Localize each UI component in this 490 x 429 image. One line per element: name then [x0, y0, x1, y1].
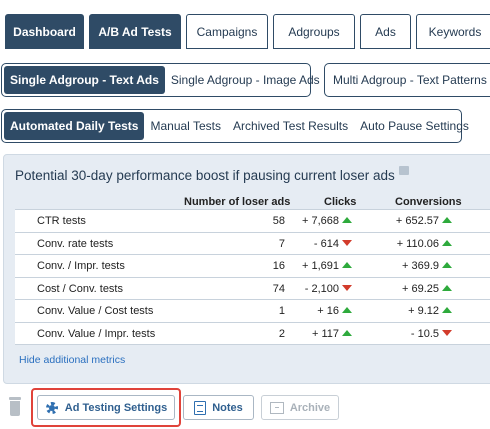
- trash-icon[interactable]: [9, 397, 21, 417]
- ad-type-single-image[interactable]: Single Adgroup - Image Ads: [165, 66, 326, 94]
- trend-up-icon: [442, 307, 452, 313]
- table-row: CTR tests 58 + 7,668 + 652.57 +: [15, 210, 490, 233]
- row-clicks: - 2,100: [305, 283, 352, 295]
- view-archived-test-results[interactable]: Archived Test Results: [227, 112, 354, 140]
- ad-testing-settings-button[interactable]: Ad Testing Settings: [37, 395, 175, 420]
- top-nav: Dashboard A/B Ad Tests Campaigns Adgroup…: [5, 14, 490, 49]
- row-clicks: + 1,691: [302, 260, 352, 272]
- clicks-value: + 7,668: [301, 215, 339, 227]
- tab-ads[interactable]: Ads: [360, 14, 411, 49]
- table-row: Conv. rate tests 7 - 614 + 110.06 -: [15, 233, 490, 255]
- row-clicks: - 614: [314, 238, 352, 250]
- table-row: Conv. / Impr. tests 16 + 1,691 + 369.9 +: [15, 255, 490, 278]
- conversions-value: - 10.5: [410, 327, 439, 340]
- ad-type-single-text[interactable]: Single Adgroup - Text Ads: [4, 66, 165, 94]
- row-name: Conv. Value / Impr. tests: [37, 327, 156, 340]
- ad-type-multi-selector: Multi Adgroup - Text Patterns: [324, 63, 490, 97]
- ad-type-multi-text-patterns[interactable]: Multi Adgroup - Text Patterns: [327, 66, 490, 94]
- trend-up-icon: [442, 239, 452, 246]
- performance-panel: Potential 30-day performance boost if pa…: [3, 154, 490, 384]
- test-view-selector: Automated Daily Tests Manual Tests Archi…: [1, 109, 469, 143]
- trend-down-icon: [442, 329, 452, 336]
- ad-testing-settings-label: Ad Testing Settings: [64, 401, 168, 414]
- view-manual-tests[interactable]: Manual Tests: [144, 112, 226, 140]
- view-auto-pause-settings[interactable]: Auto Pause Settings: [354, 112, 475, 140]
- trend-up-icon: [342, 329, 352, 336]
- row-conversions: + 9.12: [408, 305, 452, 317]
- row-conversions: + 110.06: [397, 238, 452, 250]
- panel-title: Potential 30-day performance boost if pa…: [15, 166, 409, 183]
- row-clicks: + 7,668: [302, 215, 352, 227]
- row-clicks: + 117: [312, 328, 352, 340]
- clicks-value: + 16: [317, 305, 339, 317]
- trend-up-icon: [342, 262, 352, 268]
- trend-up-icon: [342, 217, 352, 223]
- trash-lid: [9, 397, 21, 400]
- trend-up-icon: [442, 262, 452, 268]
- conversions-value: + 652.57: [395, 215, 439, 227]
- row-name: Cost / Conv. tests: [37, 282, 123, 295]
- header-loser-ads: Number of loser ads: [184, 196, 291, 208]
- row-conversions: + 652.57: [396, 215, 452, 227]
- clicks-value: + 117: [311, 327, 339, 340]
- trend-up-icon: [442, 284, 452, 291]
- clicks-value: - 2,100: [304, 282, 339, 295]
- table-row: Cost / Conv. tests 74 - 2,100 + 69.25 +: [15, 278, 490, 300]
- table-row: Conv. Value / Impr. tests 2 + 117 - 10.5…: [15, 323, 490, 345]
- panel-title-text: Potential 30-day performance boost if pa…: [15, 168, 395, 183]
- gear-icon: [45, 401, 59, 415]
- archive-label: Archive: [289, 401, 331, 414]
- row-count: 2: [278, 327, 285, 340]
- hide-additional-metrics-link[interactable]: Hide additional metrics: [19, 354, 125, 366]
- conversions-value: + 110.06: [396, 237, 439, 250]
- trend-down-icon: [342, 239, 352, 246]
- row-count: 16: [272, 260, 285, 272]
- trend-up-icon: [442, 217, 452, 223]
- row-count: 1: [278, 305, 285, 317]
- trend-up-icon: [342, 307, 352, 313]
- row-conversions: + 69.25: [402, 283, 452, 295]
- tab-adgroups[interactable]: Adgroups: [273, 14, 355, 49]
- row-count: 58: [272, 215, 285, 227]
- row-clicks: + 16: [317, 305, 352, 317]
- header-clicks: Clicks: [324, 196, 357, 208]
- row-count: 74: [272, 282, 285, 295]
- row-name: Conv. Value / Cost tests: [37, 305, 154, 317]
- table-row: Conv. Value / Cost tests 1 + 16 + 9.12 -: [15, 300, 490, 323]
- ad-type-selector: Single Adgroup - Text Ads Single Adgroup…: [1, 63, 320, 97]
- row-conversions: - 10.5: [411, 328, 452, 340]
- row-name: CTR tests: [37, 215, 86, 227]
- notes-label: Notes: [212, 401, 243, 414]
- row-name: Conv. rate tests: [37, 237, 114, 250]
- conversions-value: + 9.12: [408, 305, 439, 317]
- row-count: 7: [278, 237, 285, 250]
- tab-keywords[interactable]: Keywords: [416, 14, 490, 49]
- notes-button[interactable]: Notes: [183, 395, 254, 420]
- info-icon[interactable]: [398, 166, 409, 175]
- clicks-value: + 1,691: [301, 260, 339, 272]
- view-automated-daily-tests[interactable]: Automated Daily Tests: [4, 112, 145, 140]
- archive-button[interactable]: Archive: [261, 395, 339, 420]
- tab-dashboard[interactable]: Dashboard: [5, 14, 84, 49]
- row-name: Conv. / Impr. tests: [37, 260, 125, 272]
- row-conversions: + 369.9: [402, 260, 452, 272]
- conversions-value: + 69.25: [401, 282, 439, 295]
- tab-ab-ad-tests[interactable]: A/B Ad Tests: [89, 14, 181, 49]
- header-conversions: Conversions: [395, 196, 462, 208]
- metrics-table: CTR tests 58 + 7,668 + 652.57 + Conv. ra…: [15, 209, 490, 345]
- clicks-value: - 614: [313, 237, 339, 250]
- trash-body: [10, 401, 20, 416]
- notes-icon: [194, 400, 207, 415]
- trend-down-icon: [342, 284, 352, 291]
- archive-icon: [269, 401, 284, 414]
- conversions-value: + 369.9: [401, 260, 439, 272]
- tab-campaigns[interactable]: Campaigns: [186, 14, 268, 49]
